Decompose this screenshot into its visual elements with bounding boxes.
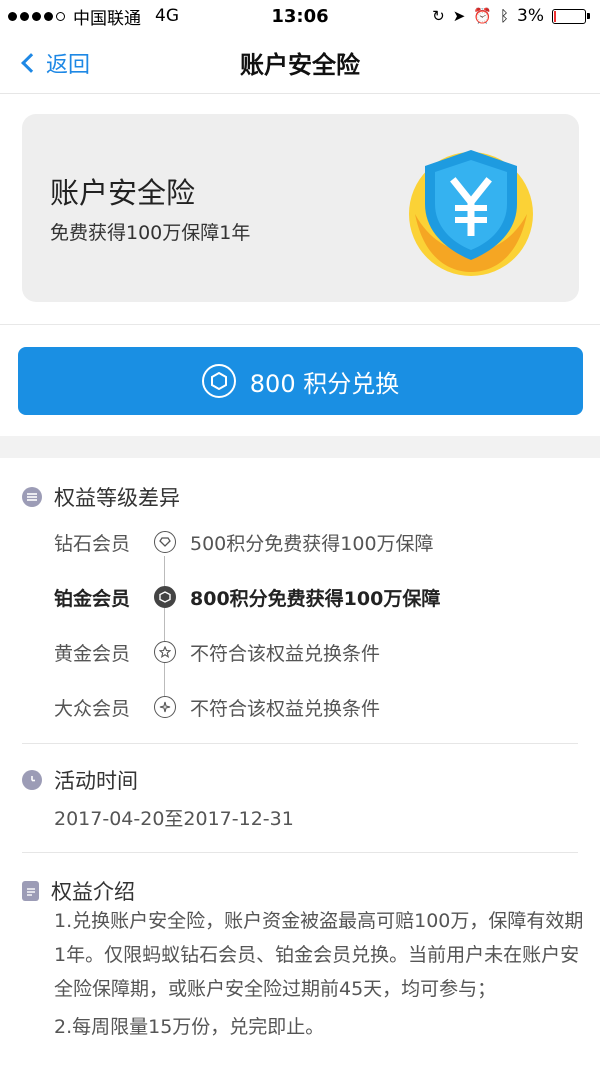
tier-desc: 不符合该权益兑换条件 [190,697,381,720]
tier-row-platinum: 铂金会员 800积分免费获得100万保障 [54,582,440,612]
redeem-points-button[interactable]: 800 积分兑换 [18,347,583,415]
tier-desc: 800积分免费获得100万保障 [190,587,441,610]
insurance-card: 账户安全险 免费获得100万保障1年 [22,114,579,302]
tiers-section-header: 权益等级差异 [22,482,180,512]
status-left: 中国联通 4G [8,4,179,29]
tier-name: 钻石会员 [54,532,131,555]
intro-section-header: 权益介绍 [22,876,135,906]
back-button[interactable]: 返回 [18,32,90,94]
intro-section-title: 权益介绍 [51,880,135,904]
platinum-icon [154,586,176,608]
activity-date-range: 2017-04-20至2017-12-31 [54,808,294,830]
status-right: ↻ ➤ ⏰ ᛒ 3% [432,6,590,26]
separator [0,324,600,325]
shield-yuan-icon [409,150,533,276]
tier-name: 大众会员 [54,697,131,720]
alarm-icon: ⏰ [473,7,492,25]
card-title: 账户安全险 [50,176,196,210]
carrier-name: 中国联通 [73,8,141,29]
page-title: 账户安全险 [240,51,360,79]
diamond-icon [154,531,176,553]
tier-name: 铂金会员 [54,587,131,610]
tier-row-gold: 黄金会员 不符合该权益兑换条件 [54,637,380,667]
network-type: 4G [155,6,179,26]
section-gap [0,436,600,458]
tier-name: 黄金会员 [54,642,131,665]
chevron-left-icon [21,53,41,73]
tier-timeline-line [164,556,165,714]
divider [22,743,578,744]
redeem-button-label: 800 积分兑换 [249,369,400,398]
battery-icon [552,8,590,24]
tier-desc: 不符合该权益兑换条件 [190,642,381,665]
bluetooth-icon: ᛒ [500,7,510,25]
star-icon [154,641,176,663]
location-icon: ➤ [452,7,466,25]
time-section-header: 活动时间 [22,765,138,795]
intro-paragraph: 1.兑换账户安全险，账户资金被盗最高可赔100万，保障有效期1年。仅限蚂蚁钻石会… [54,910,584,1000]
divider [22,852,578,853]
status-bar: 中国联通 4G 13:06 ↻ ➤ ⏰ ᛒ 3% [0,0,600,32]
card-subtitle: 免费获得100万保障1年 [50,222,251,244]
intro-text: 1.兑换账户安全险，账户资金被盗最高可赔100万，保障有效期1年。仅限蚂蚁钻石会… [54,904,584,1044]
sparkle-icon [154,696,176,718]
rotation-lock-icon: ↻ [432,7,445,25]
points-coin-icon [201,364,236,398]
signal-icon [8,11,65,21]
tier-desc: 500积分免费获得100万保障 [190,532,434,555]
tier-row-diamond: 钻石会员 500积分免费获得100万保障 [54,527,434,557]
document-icon [22,881,39,901]
tier-row-mass: 大众会员 不符合该权益兑换条件 [54,692,380,722]
intro-paragraph: 2.每周限量15万份，兑完即止。 [54,1016,325,1038]
tiers-section-title: 权益等级差异 [54,486,180,510]
clock-icon [22,770,42,790]
battery-percent: 3% [517,6,544,26]
time-section-title: 活动时间 [54,769,138,793]
list-icon [22,487,42,507]
back-label: 返回 [46,53,91,78]
nav-bar: 返回 账户安全险 [0,32,600,94]
